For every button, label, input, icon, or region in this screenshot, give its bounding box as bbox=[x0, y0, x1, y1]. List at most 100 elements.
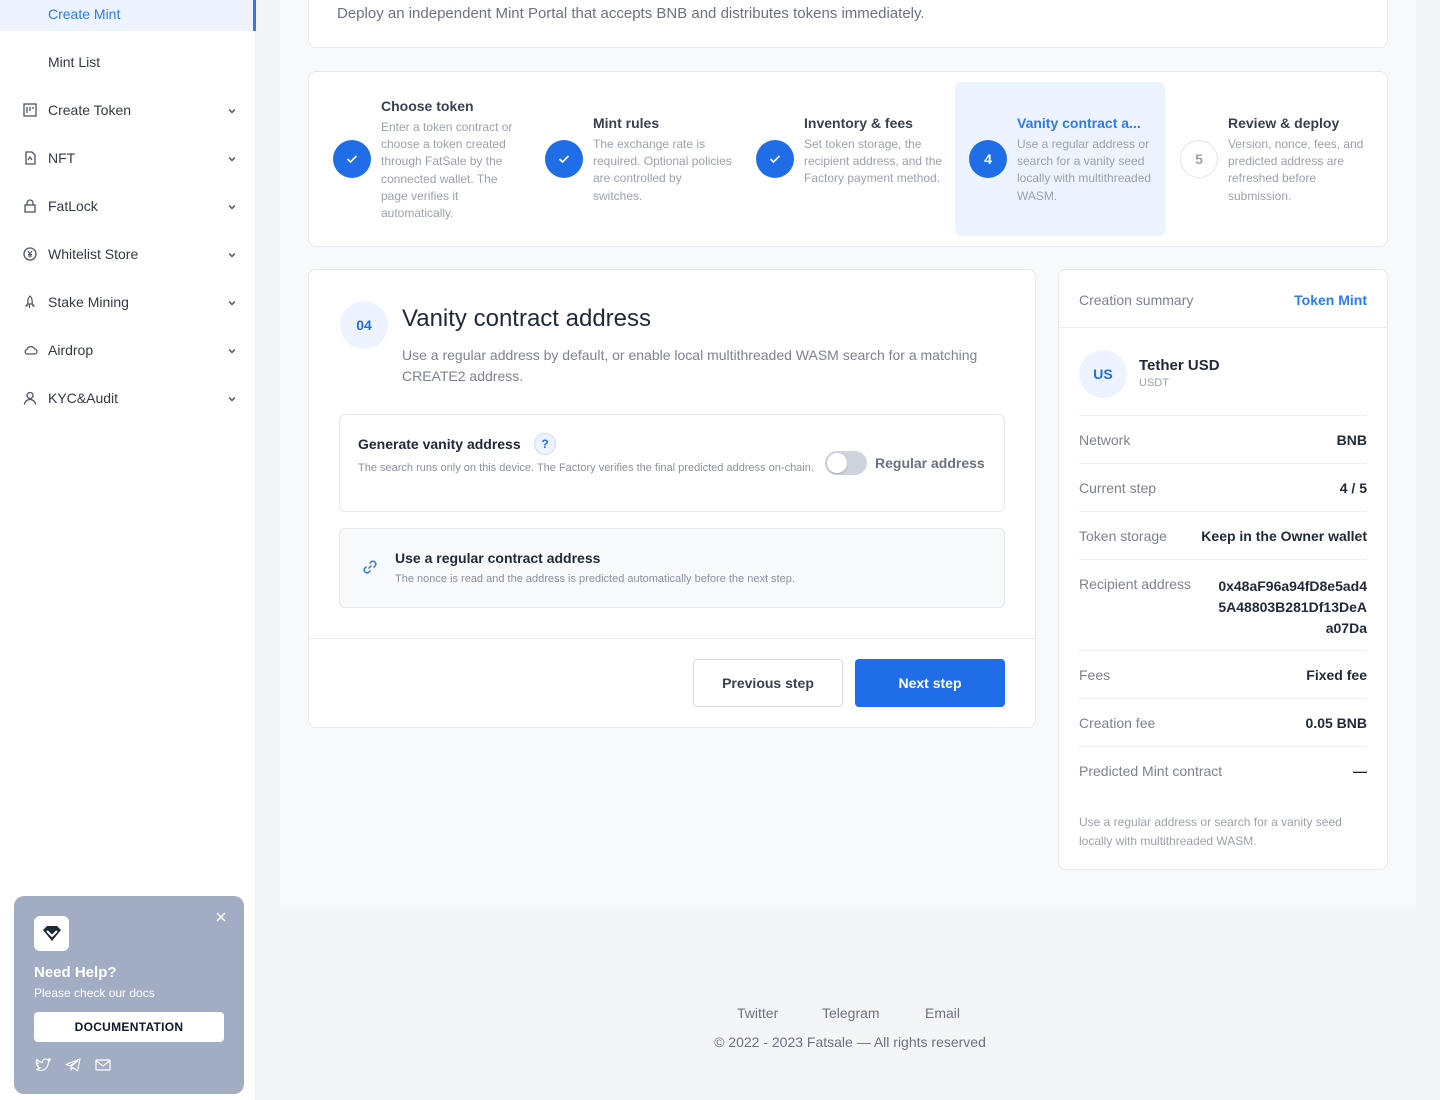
step-title: Review & deploy bbox=[1228, 115, 1340, 131]
summary-row-recipient-address: Recipient address 0x48aF96a94fD8e5ad45A4… bbox=[1079, 560, 1367, 651]
form-title: Vanity contract address bbox=[402, 305, 652, 332]
sidebar-item-stake-mining[interactable]: Stake Mining bbox=[0, 285, 256, 319]
chevron-down-icon bbox=[226, 296, 238, 308]
step-title: Vanity contract a... bbox=[1017, 115, 1141, 131]
step-inventory-fees[interactable]: Inventory & fees Set token storage, the … bbox=[742, 82, 952, 236]
summary-key: Token storage bbox=[1079, 528, 1167, 544]
token-symbol: USDT bbox=[1139, 377, 1169, 389]
summary-row-creation-fee: Creation fee 0.05 BNB bbox=[1079, 699, 1367, 747]
summary-note: Use a regular address or search for a va… bbox=[1079, 815, 1342, 848]
footer-link-email[interactable]: Email bbox=[925, 1005, 960, 1021]
next-step-button[interactable]: Next step bbox=[855, 659, 1005, 707]
sidebar-item-label: Mint List bbox=[48, 54, 101, 70]
chevron-down-icon bbox=[226, 152, 238, 164]
sidebar-item-label: Airdrop bbox=[48, 342, 94, 358]
help-icon[interactable]: ? bbox=[534, 433, 556, 455]
sidebar-item-whitelist-store[interactable]: Whitelist Store bbox=[0, 237, 256, 271]
sidebar-item-label: KYC&Audit bbox=[48, 390, 119, 406]
summary-row-token-storage: Token storage Keep in the Owner wallet bbox=[1079, 512, 1367, 560]
step-description: Version, nonce, fees, and predicted addr… bbox=[1228, 137, 1364, 203]
step-description: Use a regular address or search for a va… bbox=[1017, 137, 1152, 203]
summary-row-predicted-contract: Predicted Mint contract — bbox=[1079, 747, 1367, 795]
check-icon bbox=[333, 140, 371, 178]
page-header-card: Deploy an independent Mint Portal that a… bbox=[308, 0, 1388, 48]
step-review-deploy[interactable]: 5 Review & deploy Version, nonce, fees, … bbox=[1166, 82, 1376, 236]
telegram-icon[interactable] bbox=[64, 1056, 82, 1074]
step-title: Choose token bbox=[381, 98, 474, 114]
previous-step-button[interactable]: Previous step bbox=[693, 659, 843, 707]
sidebar-item-label: NFT bbox=[48, 150, 76, 166]
summary-value: Keep in the Owner wallet bbox=[1201, 528, 1367, 544]
footer-link-telegram[interactable]: Telegram bbox=[822, 1005, 880, 1021]
summary-key: Network bbox=[1079, 432, 1131, 448]
footer: Twitter Telegram Email © 2022 - 2023 Fat… bbox=[280, 906, 1416, 1100]
rocket-icon bbox=[22, 294, 38, 310]
step-vanity-contract[interactable]: 4 Vanity contract a... Use a regular add… bbox=[955, 82, 1165, 236]
nft-icon bbox=[22, 150, 38, 166]
summary-key: Fees bbox=[1079, 667, 1111, 683]
sidebar-item-airdrop[interactable]: Airdrop bbox=[0, 333, 256, 367]
help-panel: Need Help? Please check our docs DOCUMEN… bbox=[14, 896, 244, 1094]
check-icon bbox=[756, 140, 794, 178]
yen-icon bbox=[22, 246, 38, 262]
summary-type: Token Mint bbox=[1294, 292, 1367, 308]
email-icon[interactable] bbox=[94, 1056, 112, 1074]
summary-value: BNB bbox=[1336, 432, 1367, 448]
vanity-option-box: Generate vanity address ? The search run… bbox=[339, 414, 1005, 512]
step-title: Mint rules bbox=[593, 115, 660, 131]
step-badge: 04 bbox=[340, 301, 388, 349]
step-number: 5 bbox=[1180, 140, 1218, 178]
toggle-knob bbox=[827, 453, 847, 473]
lock-icon bbox=[22, 198, 38, 214]
vanity-form-card: 04 Vanity contract address Use a regular… bbox=[308, 269, 1036, 728]
summary-value: Fixed fee bbox=[1306, 667, 1367, 683]
step-title: Inventory & fees bbox=[804, 115, 913, 131]
sidebar-item-create-token[interactable]: Create Token bbox=[0, 93, 256, 127]
summary-key: Creation fee bbox=[1079, 715, 1156, 731]
summary-row-fees: Fees Fixed fee bbox=[1079, 651, 1367, 699]
summary-header: Creation summary Token Mint bbox=[1059, 270, 1387, 328]
form-description: Use a regular address by default, or ena… bbox=[402, 347, 978, 384]
twitter-icon[interactable] bbox=[34, 1056, 52, 1074]
token-info: US Tether USD USDT bbox=[1079, 350, 1367, 416]
regular-description: The nonce is read and the address is pre… bbox=[395, 573, 795, 585]
step-mint-rules[interactable]: Mint rules The exchange rate is required… bbox=[531, 82, 741, 236]
footer-link-twitter[interactable]: Twitter bbox=[737, 1005, 778, 1021]
summary-value: — bbox=[1353, 763, 1367, 779]
step-description: Enter a token contract or choose a token… bbox=[381, 120, 513, 221]
summary-value: 4 / 5 bbox=[1339, 480, 1367, 496]
toggle-label: Regular address bbox=[875, 455, 985, 471]
step-number: 4 bbox=[969, 140, 1007, 178]
token-avatar: US bbox=[1079, 350, 1127, 398]
fatsale-logo-icon bbox=[34, 916, 69, 951]
summary-key: Current step bbox=[1079, 480, 1157, 496]
vanity-title: Generate vanity address bbox=[358, 436, 521, 452]
stepper: Choose token Enter a token contract or c… bbox=[308, 71, 1388, 247]
token-name: Tether USD bbox=[1139, 357, 1220, 374]
cloud-icon bbox=[22, 342, 38, 358]
vanity-toggle[interactable] bbox=[825, 451, 867, 475]
check-icon bbox=[545, 140, 583, 178]
sidebar: Create Mint Mint List Create Token NFT F… bbox=[0, 0, 256, 1100]
link-icon bbox=[360, 557, 380, 577]
summary-value: 0.05 BNB bbox=[1305, 715, 1367, 731]
close-icon[interactable] bbox=[214, 910, 228, 924]
sidebar-item-nft[interactable]: NFT bbox=[0, 141, 256, 175]
sidebar-item-fatlock[interactable]: FatLock bbox=[0, 189, 256, 223]
chevron-down-icon bbox=[226, 200, 238, 212]
step-description: The exchange rate is required. Optional … bbox=[593, 137, 732, 203]
sidebar-item-label: Create Mint bbox=[48, 6, 121, 22]
divider bbox=[309, 638, 1035, 639]
chevron-down-icon bbox=[226, 104, 238, 116]
summary-title: Creation summary bbox=[1079, 292, 1194, 308]
token-icon bbox=[22, 102, 38, 118]
documentation-button[interactable]: DOCUMENTATION bbox=[34, 1012, 224, 1042]
chevron-down-icon bbox=[226, 248, 238, 260]
step-choose-token[interactable]: Choose token Enter a token contract or c… bbox=[319, 82, 529, 236]
sidebar-item-kyc-audit[interactable]: KYC&Audit bbox=[0, 381, 256, 415]
sidebar-item-mint-list[interactable]: Mint List bbox=[0, 45, 256, 79]
sidebar-item-create-mint[interactable]: Create Mint bbox=[0, 0, 256, 31]
vanity-description: The search runs only on this device. The… bbox=[358, 462, 814, 474]
chevron-down-icon bbox=[226, 392, 238, 404]
regular-title: Use a regular contract address bbox=[395, 550, 601, 566]
